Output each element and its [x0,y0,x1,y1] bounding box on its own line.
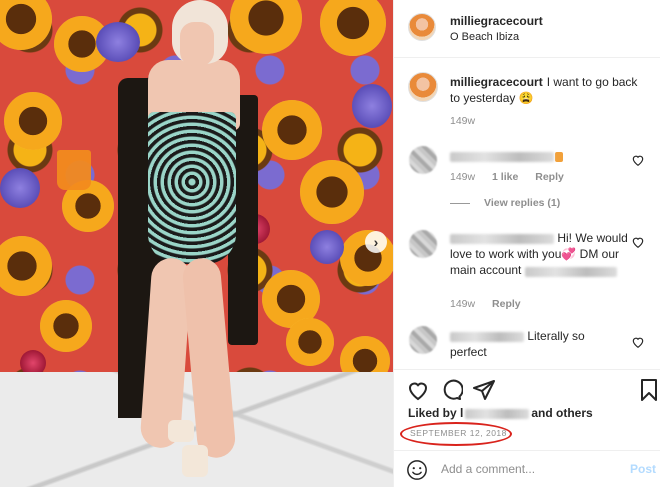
comment-meta: 149w 1 like Reply [450,171,578,183]
annotation-circle [400,422,512,446]
avatar[interactable] [409,230,437,258]
heart-icon[interactable] [631,235,645,249]
shoe [182,445,208,477]
drink-cup [57,150,91,190]
comment [450,148,635,164]
comment-meta: 149w Reply [450,298,535,310]
bookmark-icon[interactable] [637,378,660,402]
sunflower [0,236,52,296]
comment-icon[interactable] [439,378,463,402]
avatar[interactable] [408,13,436,41]
caption-time[interactable]: 149w [450,115,475,127]
header-username[interactable]: milliegracecourt [450,14,543,28]
sunflower [262,100,322,160]
comment: Literally so perfect [450,328,600,360]
add-comment-row: Add a comment... Post [394,450,660,487]
sunflower [286,318,334,366]
redacted-text [450,331,524,342]
post-button[interactable]: Post [630,462,656,476]
view-replies-label: View replies (1) [484,197,561,209]
comment-time[interactable]: 149w [450,171,475,183]
comment-input[interactable]: Add a comment... [441,462,535,476]
post-sidebar: milliegracecourt O Beach Ibiza milliegra… [393,0,660,487]
avatar[interactable] [408,72,438,102]
comment-time[interactable]: 149w [450,298,475,310]
avatar[interactable] [409,146,437,174]
sunflower [0,0,52,50]
divider [450,202,470,204]
post-photo[interactable]: › [0,0,393,487]
comment-likes[interactable]: 1 like [492,171,518,183]
view-replies-button[interactable]: View replies (1) [450,197,560,209]
sunflower [300,160,364,224]
redacted-text [450,151,554,162]
avatar[interactable] [409,326,437,354]
likes-suffix: and others [531,406,593,420]
comment: Hi! We would love to work with you💞 DM o… [450,230,635,278]
redacted-text [465,408,530,419]
emoji-icon[interactable] [406,459,428,481]
chevron-right-icon[interactable]: › [365,231,387,253]
reply-button[interactable]: Reply [492,298,521,310]
heart-icon[interactable] [631,335,645,349]
swimsuit [148,112,236,264]
reply-button[interactable]: Reply [535,171,564,183]
sunflower [320,0,386,56]
hydrangea [0,168,40,208]
likes-line[interactable]: Liked by l and others [408,406,593,420]
heart-icon[interactable] [406,378,430,402]
caption-username[interactable]: milliegracecourt [450,75,543,89]
caption-meta: 149w [450,115,489,127]
sunflower [40,300,92,352]
redacted-text [450,233,554,244]
share-icon[interactable] [472,378,496,402]
post-actions: Liked by l and others SEPTEMBER 12, 2018 … [394,369,660,487]
post-header: milliegracecourt O Beach Ibiza [394,0,660,58]
hydrangea [352,84,392,128]
likes-prefix: Liked by l [408,406,464,420]
caption: milliegracecourt I want to go back to yes… [450,74,650,106]
location-link[interactable]: O Beach Ibiza [450,31,519,43]
hydrangea [310,230,344,264]
emoji [555,151,563,162]
shoe [168,420,194,442]
person [57,0,270,487]
redacted-text [524,266,617,277]
sunflower [4,92,62,150]
heart-icon[interactable] [631,153,645,167]
face [180,22,214,66]
